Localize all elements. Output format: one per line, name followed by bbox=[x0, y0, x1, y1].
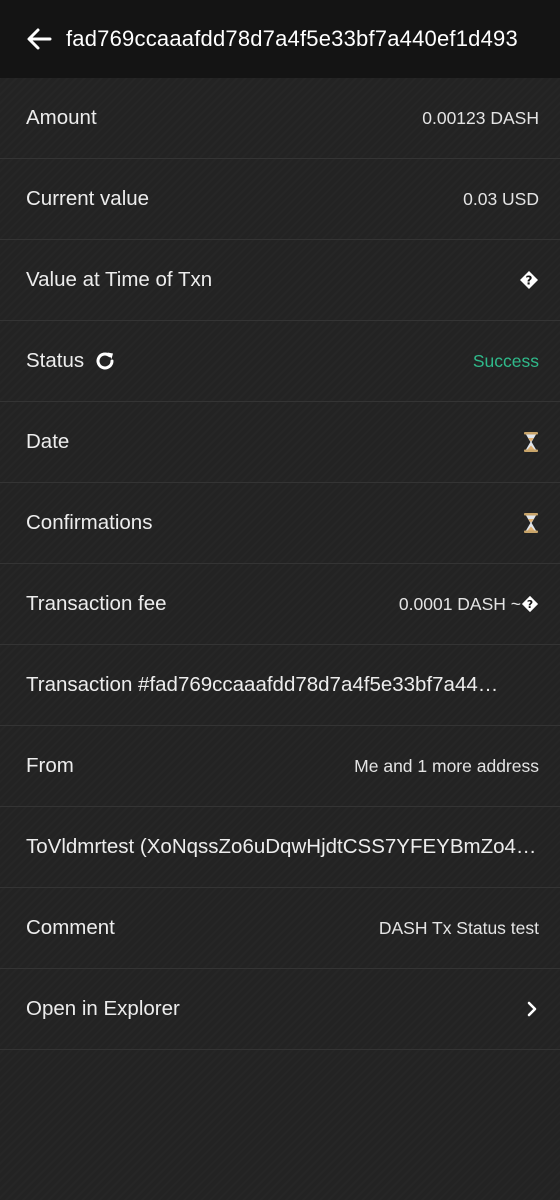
transaction-hash-text: Transaction #fad769ccaaafdd78d7a4f5e33bf… bbox=[26, 673, 499, 696]
question-diamond-icon: ? bbox=[521, 595, 539, 613]
transaction-fee-value: 0.0001 DASH ~ bbox=[398, 593, 521, 614]
transaction-fee-row: Transaction fee 0.0001 DASH ~ ? bbox=[0, 564, 560, 645]
hourglass-icon bbox=[523, 431, 539, 453]
current-value-row: Current value 0.03 USD bbox=[0, 159, 560, 240]
current-value-label: Current value bbox=[26, 187, 150, 210]
from-label: From bbox=[26, 754, 74, 777]
current-value-value: 0.03 USD bbox=[463, 188, 539, 209]
confirmations-row: Confirmations bbox=[0, 483, 560, 564]
from-row: From Me and 1 more address bbox=[0, 726, 560, 807]
open-in-explorer-button[interactable]: Open in Explorer bbox=[0, 969, 560, 1050]
top-bar: fad769ccaaafdd78d7a4f5e33bf7a440ef1d493 bbox=[0, 0, 560, 78]
svg-text:?: ? bbox=[527, 598, 533, 611]
transaction-hash-row[interactable]: Transaction #fad769ccaaafdd78d7a4f5e33bf… bbox=[0, 645, 560, 726]
transaction-hash-title: fad769ccaaafdd78d7a4f5e33bf7a440ef1d493 bbox=[66, 26, 518, 51]
back-button[interactable] bbox=[20, 19, 58, 59]
open-in-explorer-label: Open in Explorer bbox=[26, 997, 180, 1020]
status-badge: Success bbox=[472, 350, 539, 371]
to-row[interactable]: ToVldmrtest (XoNqssZo6uDqwHjdtCSS7YFEYBm… bbox=[0, 807, 560, 888]
amount-value: 0.00123 DASH bbox=[422, 107, 539, 128]
comment-label: Comment bbox=[26, 916, 115, 939]
hourglass-icon bbox=[523, 512, 539, 534]
status-row: Status Success bbox=[0, 321, 560, 402]
confirmations-label: Confirmations bbox=[26, 511, 153, 534]
refresh-icon[interactable] bbox=[94, 350, 116, 372]
svg-text:?: ? bbox=[526, 274, 533, 288]
transaction-fee-label: Transaction fee bbox=[26, 592, 167, 615]
chevron-right-icon bbox=[525, 1000, 539, 1018]
value-at-time-label: Value at Time of Txn bbox=[26, 268, 213, 291]
comment-value: DASH Tx Status test bbox=[378, 917, 539, 938]
comment-row: Comment DASH Tx Status test bbox=[0, 888, 560, 969]
question-diamond-icon: ? bbox=[519, 270, 539, 290]
date-label: Date bbox=[26, 430, 70, 453]
details-list: Amount 0.00123 DASH Current value 0.03 U… bbox=[0, 78, 560, 1050]
value-at-time-row: Value at Time of Txn ? bbox=[0, 240, 560, 321]
date-row: Date bbox=[0, 402, 560, 483]
status-label: Status bbox=[26, 349, 85, 372]
amount-row: Amount 0.00123 DASH bbox=[0, 78, 560, 159]
amount-label: Amount bbox=[26, 106, 97, 129]
from-value[interactable]: Me and 1 more address bbox=[354, 756, 539, 777]
transaction-details-screen: fad769ccaaafdd78d7a4f5e33bf7a440ef1d493 … bbox=[0, 0, 560, 1200]
arrow-left-icon bbox=[26, 27, 52, 51]
to-address-text: ToVldmrtest (XoNqssZo6uDqwHjdtCSS7YFEYBm… bbox=[26, 835, 537, 858]
